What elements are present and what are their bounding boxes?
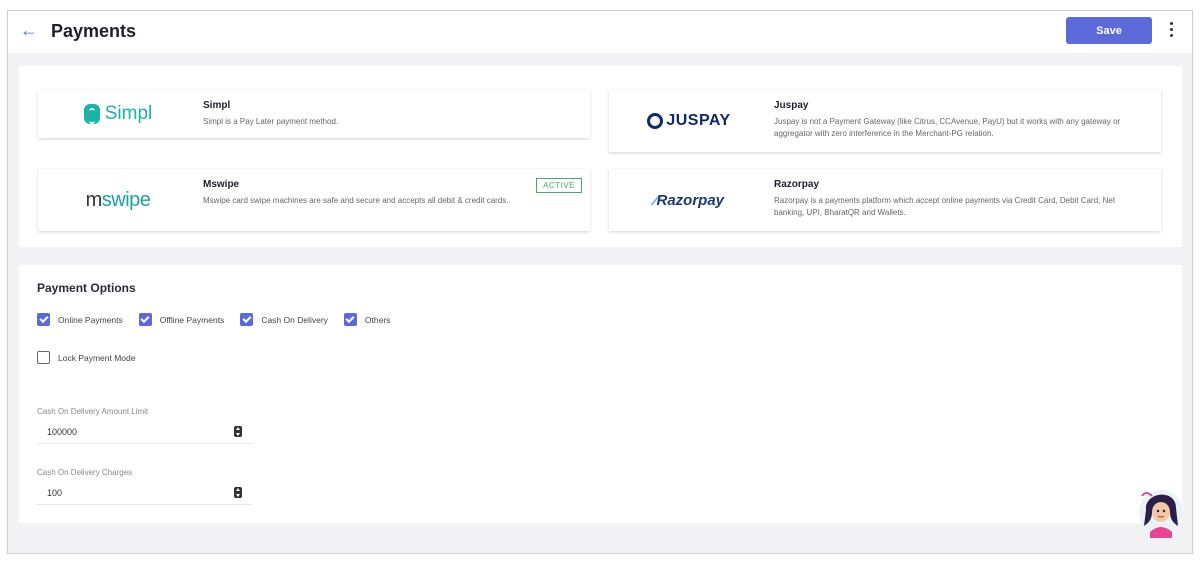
arrow-left-icon[interactable]: ← — [20, 20, 38, 41]
gateway-description: Razorpay is a payments platform which ac… — [774, 196, 1116, 217]
cod-charges-input[interactable]: 100 — [37, 481, 252, 505]
option-others[interactable]: Others — [343, 313, 391, 326]
gateway-card-mswipe[interactable]: mswipe Mswipe Mswipe card swipe machines… — [38, 169, 590, 231]
gateway-name: Mswipe — [203, 179, 240, 190]
checkbox-others[interactable] — [343, 313, 357, 326]
gateway-name: Razorpay — [774, 179, 820, 190]
option-offline-payments[interactable]: Offline Payments — [138, 313, 225, 326]
cod-limit-value: 100000 — [47, 427, 78, 437]
checkbox-label: Offline Payments — [159, 314, 225, 325]
page-title: Payments — [51, 21, 137, 41]
payment-options-panel: Payment Options Online Payments Offline … — [19, 265, 1182, 523]
checkbox-label: Cash On Delivery — [261, 314, 328, 325]
cod-charges-value: 100 — [47, 488, 63, 498]
more-vertical-icon[interactable] — [1170, 22, 1174, 40]
active-badge: ACTIVE — [536, 178, 582, 193]
cod-limit-label: Cash On Delivery Amount Limit — [37, 407, 149, 416]
checkbox-online-payments[interactable] — [37, 313, 50, 326]
payment-options-row: Online Payments Offline Payments Cash On… — [37, 313, 406, 326]
cod-limit-input[interactable]: 100000 — [37, 420, 252, 444]
assistant-avatar-icon[interactable] — [1136, 482, 1186, 538]
checkbox-label: Online Payments — [58, 314, 123, 325]
gateway-card-razorpay[interactable]: ⁄Razorpay Razorpay Razorpay is a payment… — [609, 169, 1161, 231]
checkbox-cash-on-delivery[interactable] — [240, 313, 254, 326]
option-lock-payment-mode[interactable]: Lock Payment Mode — [37, 351, 135, 364]
simpl-logo: Simpl — [38, 90, 198, 138]
checkbox-offline-payments[interactable] — [138, 313, 152, 326]
juspay-ring-icon — [647, 113, 664, 129]
option-online-payments[interactable]: Online Payments — [37, 313, 123, 326]
checkbox-lock-payment-mode[interactable] — [37, 351, 50, 364]
gateway-description: Simpl is a Pay Later payment method. — [203, 117, 339, 126]
header-bar: ← Payments Save — [8, 11, 1192, 53]
section-title: Payment Options — [37, 281, 136, 295]
juspay-logo: JUSPAY — [609, 90, 769, 152]
stepper-icon[interactable] — [234, 426, 242, 437]
gateway-panel: Simpl Simpl Simpl is a Pay Later payment… — [19, 66, 1182, 247]
gateway-name: Juspay — [774, 100, 809, 111]
checkbox-label: Lock Payment Mode — [58, 352, 136, 363]
stepper-icon[interactable] — [234, 487, 242, 498]
gateway-description: Mswipe card swipe machines are safe and … — [203, 196, 509, 205]
save-button[interactable]: Save — [1066, 17, 1152, 44]
gateway-card-juspay[interactable]: JUSPAY Juspay Juspay is not a Payment Ga… — [609, 90, 1161, 152]
mswipe-logo: mswipe — [85, 188, 151, 211]
simpl-logo-icon — [83, 104, 100, 124]
gateway-description: Juspay is not a Payment Gateway (like Ci… — [774, 117, 1121, 138]
cod-charges-label: Cash On Delivery Charges — [37, 468, 133, 477]
checkbox-label: Others — [364, 314, 391, 325]
gateway-card-simpl[interactable]: Simpl Simpl Simpl is a Pay Later payment… — [38, 90, 590, 138]
razorpay-logo: ⁄Razorpay — [653, 191, 725, 209]
option-cash-on-delivery[interactable]: Cash On Delivery — [240, 313, 328, 326]
app-window: ← Payments Save Simpl Simpl Simpl is a P… — [7, 10, 1193, 554]
gateway-name: Simpl — [203, 100, 231, 111]
